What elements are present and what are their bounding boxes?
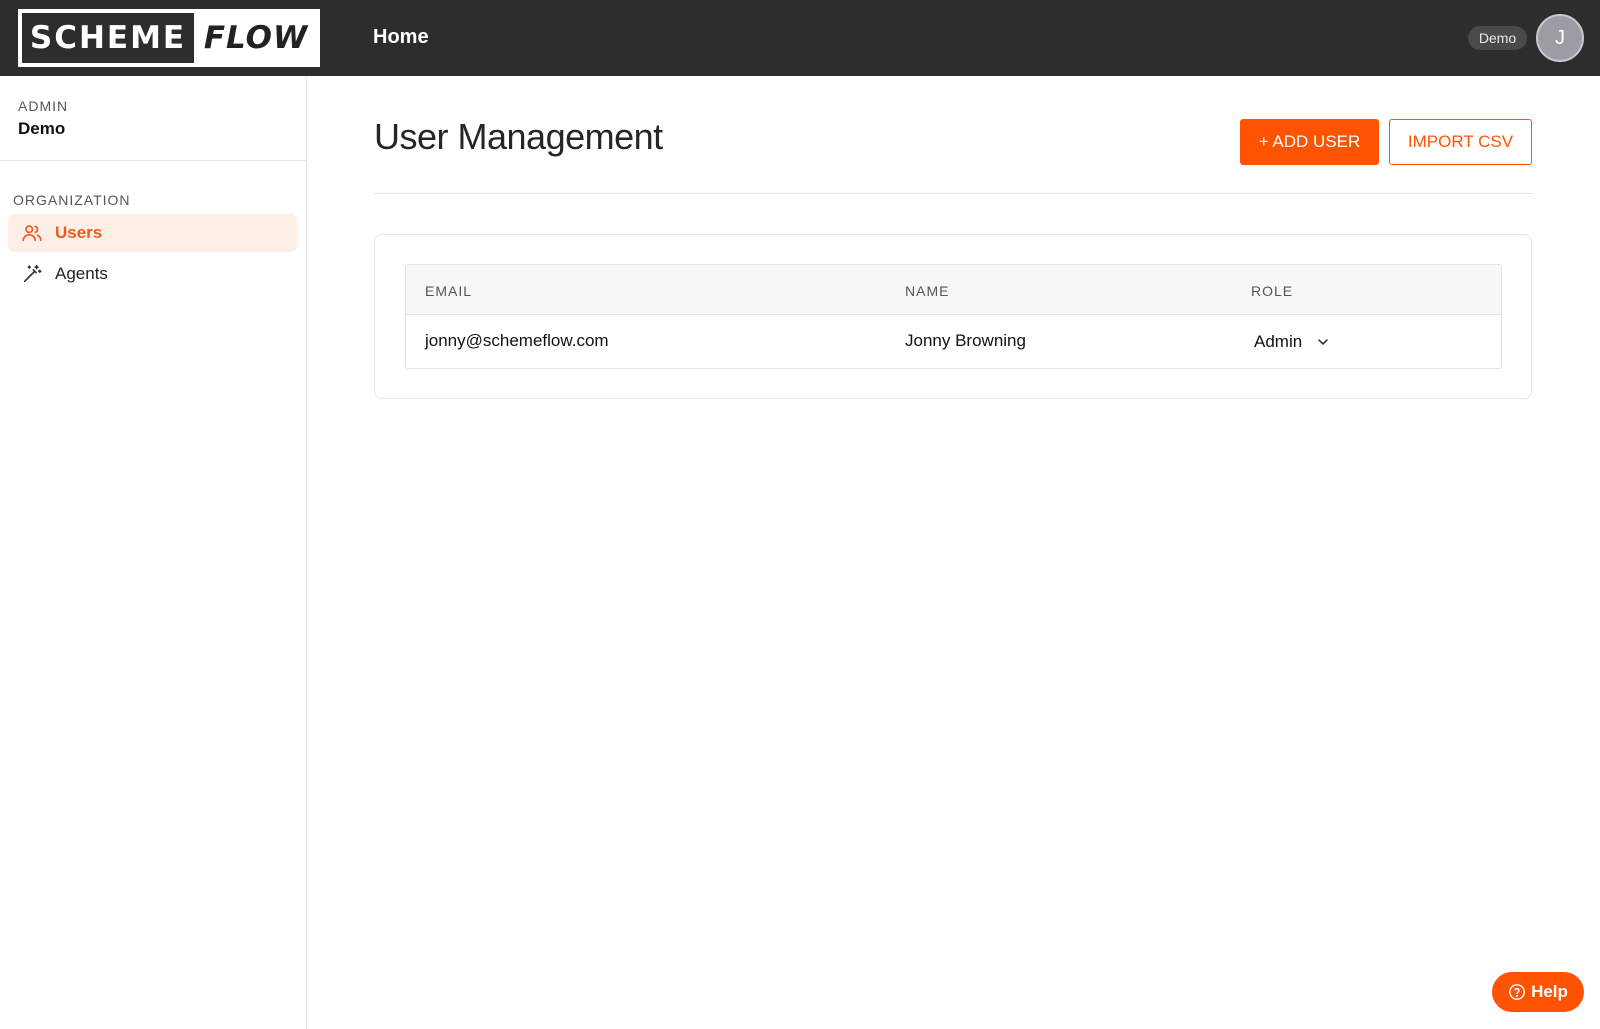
header-divider <box>374 193 1532 194</box>
logo-scheme-text: SCHEME <box>22 13 194 63</box>
users-table: EMAIL NAME ROLE jonny@schemeflow.com Jon… <box>405 264 1502 369</box>
magic-wand-icon <box>21 263 43 285</box>
sidebar-item-label: Agents <box>55 264 108 283</box>
org-badge[interactable]: Demo <box>1468 26 1527 50</box>
column-header-name: NAME <box>905 283 950 299</box>
question-circle-icon <box>1508 983 1526 1001</box>
sidebar-admin-name: Demo <box>18 119 66 138</box>
help-label: Help <box>1531 982 1568 1001</box>
top-bar: SCHEME FLOW Home Demo J <box>0 0 1600 76</box>
sidebar-section-organization: ORGANIZATION <box>13 192 131 208</box>
import-csv-button[interactable]: IMPORT CSV <box>1389 119 1532 165</box>
logo-flow-text: FLOW <box>203 20 309 56</box>
sidebar-item-users[interactable]: Users <box>8 214 297 252</box>
table-row: jonny@schemeflow.com Jonny Browning Admi… <box>406 315 1501 368</box>
role-value: Admin <box>1254 332 1303 351</box>
column-header-role: ROLE <box>1251 283 1294 299</box>
scheme-flow-logo[interactable]: SCHEME FLOW <box>18 9 320 67</box>
user-name: Jonny Browning <box>905 331 1026 350</box>
sidebar-item-label: Users <box>55 223 103 242</box>
role-select[interactable]: Admin <box>1246 323 1356 361</box>
users-icon <box>21 222 43 244</box>
chevron-down-icon <box>1316 335 1330 349</box>
sidebar-admin-label: ADMIN <box>18 98 69 114</box>
sidebar-item-agents[interactable]: Agents <box>8 255 297 293</box>
nav-home-link[interactable]: Home <box>373 26 429 49</box>
help-button[interactable]: Help <box>1492 972 1584 1012</box>
user-avatar[interactable]: J <box>1536 14 1584 62</box>
table-header: EMAIL NAME ROLE <box>406 265 1501 315</box>
sidebar-divider <box>0 160 306 161</box>
page-title: User Management <box>374 116 663 157</box>
add-user-button[interactable]: + ADD USER <box>1240 119 1379 165</box>
sidebar: ADMIN Demo ORGANIZATION Users Agents <box>0 76 307 1029</box>
column-header-email: EMAIL <box>425 283 473 299</box>
user-email: jonny@schemeflow.com <box>425 331 609 350</box>
